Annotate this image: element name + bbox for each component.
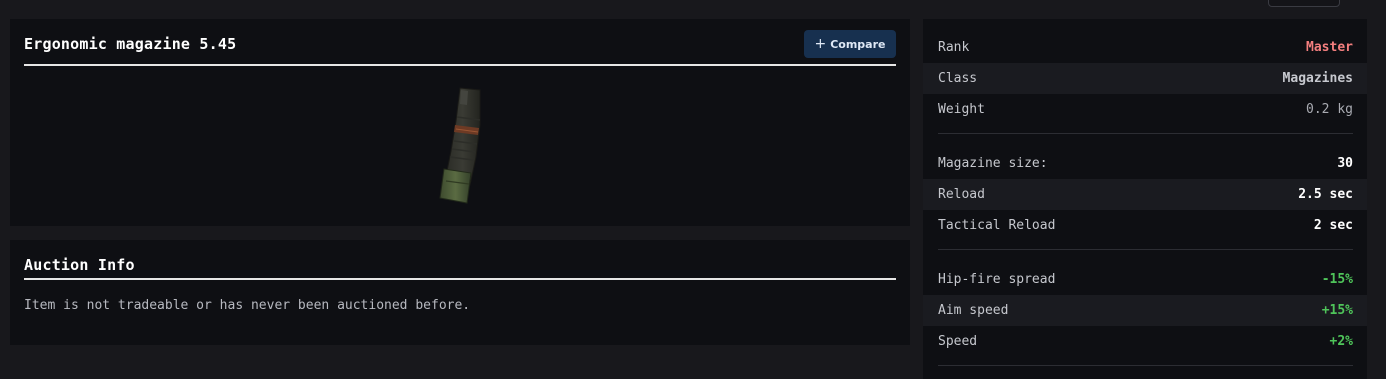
compare-label: Compare	[830, 37, 886, 51]
stats-divider	[938, 133, 1353, 134]
stat-value-speed: +2%	[1329, 334, 1353, 349]
stat-row-weight: Weight 0.2 kg	[923, 94, 1367, 125]
item-title: Ergonomic magazine 5.45	[24, 35, 237, 53]
stat-label: Class	[938, 71, 978, 86]
stat-row-class: Class Magazines	[923, 63, 1367, 94]
stat-row-reload: Reload 2.5 sec	[923, 179, 1367, 210]
magazine-icon	[439, 87, 481, 204]
stat-row-rank: Rank Master	[923, 32, 1367, 63]
auction-message: Item is not tradeable or has never been …	[24, 298, 471, 313]
stat-value-rank: Master	[1306, 40, 1353, 55]
item-panel: Ergonomic magazine 5.45 + Compare	[10, 19, 910, 226]
stat-row-hip-fire-spread: Hip-fire spread -15%	[923, 264, 1367, 295]
stats-panel: Rank Master Class Magazines Weight 0.2 k…	[923, 19, 1367, 379]
stat-row-tactical-reload: Tactical Reload 2 sec	[923, 210, 1367, 241]
stat-value-reload: 2.5 sec	[1298, 187, 1353, 202]
stat-label: Weight	[938, 102, 985, 117]
stat-value-class: Magazines	[1282, 71, 1353, 86]
stat-value-magazine-size: 30	[1337, 156, 1353, 171]
stat-label: Aim speed	[938, 303, 1009, 318]
stat-value-hip-fire-spread: -15%	[1321, 272, 1353, 287]
stat-row-magazine-size: Magazine size: 30	[923, 148, 1367, 179]
stat-label: Tactical Reload	[938, 218, 1056, 233]
auction-title: Auction Info	[24, 256, 135, 274]
plus-icon: +	[814, 36, 827, 52]
stat-row-aim-speed: Aim speed +15%	[923, 295, 1367, 326]
top-action-button[interactable]	[1268, 0, 1340, 7]
stat-value-weight: 0.2 kg	[1306, 102, 1353, 117]
title-divider	[24, 64, 896, 66]
auction-divider	[24, 278, 896, 280]
stat-label: Rank	[938, 40, 970, 55]
stat-label: Magazine size:	[938, 156, 1048, 171]
stat-row-speed: Speed +2%	[923, 326, 1367, 357]
stat-value-tactical-reload: 2 sec	[1313, 218, 1353, 233]
stat-value-aim-speed: +15%	[1321, 303, 1353, 318]
stat-label: Reload	[938, 187, 985, 202]
auction-panel: Auction Info Item is not tradeable or ha…	[10, 240, 910, 345]
stats-divider	[938, 365, 1353, 366]
compare-button[interactable]: + Compare	[804, 30, 896, 58]
stat-label: Hip-fire spread	[938, 272, 1056, 287]
stats-divider	[938, 249, 1353, 250]
stat-label: Speed	[938, 334, 978, 349]
